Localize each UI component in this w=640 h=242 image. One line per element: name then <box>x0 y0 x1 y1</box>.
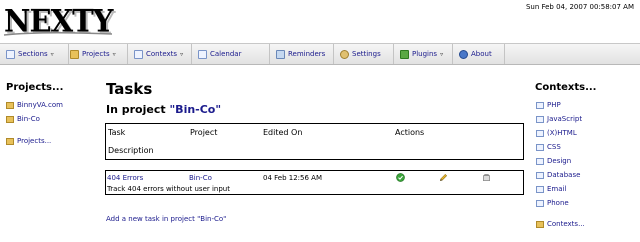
context-icon <box>536 101 544 109</box>
projects-more-label: Projects... <box>17 137 52 145</box>
task-description: Track 404 errors without user input <box>107 185 230 193</box>
context-icon <box>536 185 544 193</box>
task-edited-on: 04 Feb 12:56 AM <box>263 174 322 182</box>
nav-sections[interactable]: Sections ▿ <box>0 44 69 64</box>
project-label: Bin-Co <box>17 115 40 123</box>
chevron-down-icon: ▿ <box>50 50 54 58</box>
sidebar-context-link[interactable]: Design <box>536 157 571 165</box>
about-icon <box>459 49 468 59</box>
folder-open-icon <box>536 220 544 228</box>
chevron-down-icon: ▿ <box>440 50 444 58</box>
nav-calendar[interactable]: Calendar <box>192 44 270 64</box>
sections-icon <box>6 49 15 59</box>
header-actions: Actions <box>395 128 425 137</box>
header-edited-on: Edited On <box>263 128 303 137</box>
contexts-icon <box>134 49 143 59</box>
header-project: Project <box>190 128 218 137</box>
sidebar-context-link[interactable]: PHP <box>536 101 561 109</box>
nav-about-label: About <box>471 50 492 58</box>
folder-open-icon <box>6 137 14 145</box>
header-description: Description <box>108 146 154 155</box>
nav-reminders[interactable]: Reminders <box>270 44 334 64</box>
sidebar-project-link[interactable]: Bin-Co <box>6 115 40 123</box>
main-navbar: Sections ▿ Projects ▿ Contexts ▿ Calenda… <box>0 43 640 65</box>
task-table-header: Task Project Edited On Actions Descripti… <box>105 123 524 160</box>
settings-icon <box>340 49 349 59</box>
nav-calendar-label: Calendar <box>210 50 242 58</box>
context-label: JavaScript <box>547 115 583 123</box>
nav-projects[interactable]: Projects ▿ <box>64 44 128 64</box>
contexts-heading: Contexts... <box>535 82 597 93</box>
reminders-icon <box>276 49 285 59</box>
context-label: Email <box>547 185 567 193</box>
context-icon <box>536 157 544 165</box>
context-label: Design <box>547 157 572 165</box>
context-icon <box>536 129 544 137</box>
sidebar-context-link[interactable]: CSS <box>536 143 561 151</box>
nav-settings[interactable]: Settings <box>334 44 394 64</box>
nav-plugins[interactable]: Plugins ▿ <box>394 44 453 64</box>
sidebar-project-link[interactable]: BinnyVA.com <box>6 101 63 109</box>
subtitle-project: "Bin-Co" <box>169 103 222 116</box>
projects-heading: Projects... <box>6 82 64 93</box>
task-name-link[interactable]: 404 Errors <box>107 174 143 182</box>
context-icon <box>536 199 544 207</box>
context-label: CSS <box>547 143 561 151</box>
folder-icon <box>70 49 79 59</box>
nav-contexts-label: Contexts <box>146 50 178 58</box>
nav-settings-label: Settings <box>352 50 381 58</box>
subtitle-prefix: In project <box>106 103 170 116</box>
sidebar-context-link[interactable]: Phone <box>536 199 569 207</box>
contexts-more-label: Contexts... <box>547 220 585 228</box>
task-project-link[interactable]: Bin-Co <box>189 174 212 182</box>
folder-icon <box>6 101 14 109</box>
nav-sections-label: Sections <box>18 50 48 58</box>
mark-done-icon[interactable] <box>396 173 405 182</box>
sidebar-context-link[interactable]: (X)HTML <box>536 129 577 137</box>
delete-icon[interactable] <box>482 173 491 182</box>
nav-plugins-label: Plugins <box>412 50 438 58</box>
nav-projects-label: Projects <box>82 50 110 58</box>
projects-more-link[interactable]: Projects... <box>6 137 51 145</box>
context-icon <box>536 115 544 123</box>
chevron-down-icon: ▿ <box>180 50 184 58</box>
plugins-icon <box>400 49 409 59</box>
contexts-more-link[interactable]: Contexts... <box>536 220 585 228</box>
edit-pencil-icon[interactable] <box>439 173 448 182</box>
current-datetime: Sun Feb 04, 2007 00:58:07 AM <box>525 3 634 11</box>
app-logo[interactable]: NEXTY <box>2 2 113 40</box>
logo-swoosh-icon <box>3 31 113 36</box>
chevron-down-icon: ▿ <box>112 50 116 58</box>
sidebar-context-link[interactable]: Email <box>536 185 566 193</box>
context-label: (X)HTML <box>547 129 577 137</box>
context-label: PHP <box>547 101 561 109</box>
sidebar-context-link[interactable]: JavaScript <box>536 115 582 123</box>
calendar-icon <box>198 49 207 59</box>
nav-reminders-label: Reminders <box>288 50 326 58</box>
add-task-link[interactable]: Add a new task in project "Bin-Co" <box>106 215 226 223</box>
folder-icon <box>6 115 14 123</box>
page-subtitle: In project "Bin-Co" <box>106 103 221 116</box>
context-label: Database <box>547 171 581 179</box>
page-title: Tasks <box>106 80 153 98</box>
project-label: BinnyVA.com <box>17 101 63 109</box>
sidebar-context-link[interactable]: Database <box>536 171 580 179</box>
context-label: Phone <box>547 199 569 207</box>
context-icon <box>536 171 544 179</box>
context-icon <box>536 143 544 151</box>
nav-about[interactable]: About <box>453 44 505 64</box>
nav-contexts[interactable]: Contexts ▿ <box>128 44 192 64</box>
table-row: 404 Errors Bin-Co 04 Feb 12:56 AM Track … <box>105 170 524 195</box>
header-task: Task <box>108 128 126 137</box>
